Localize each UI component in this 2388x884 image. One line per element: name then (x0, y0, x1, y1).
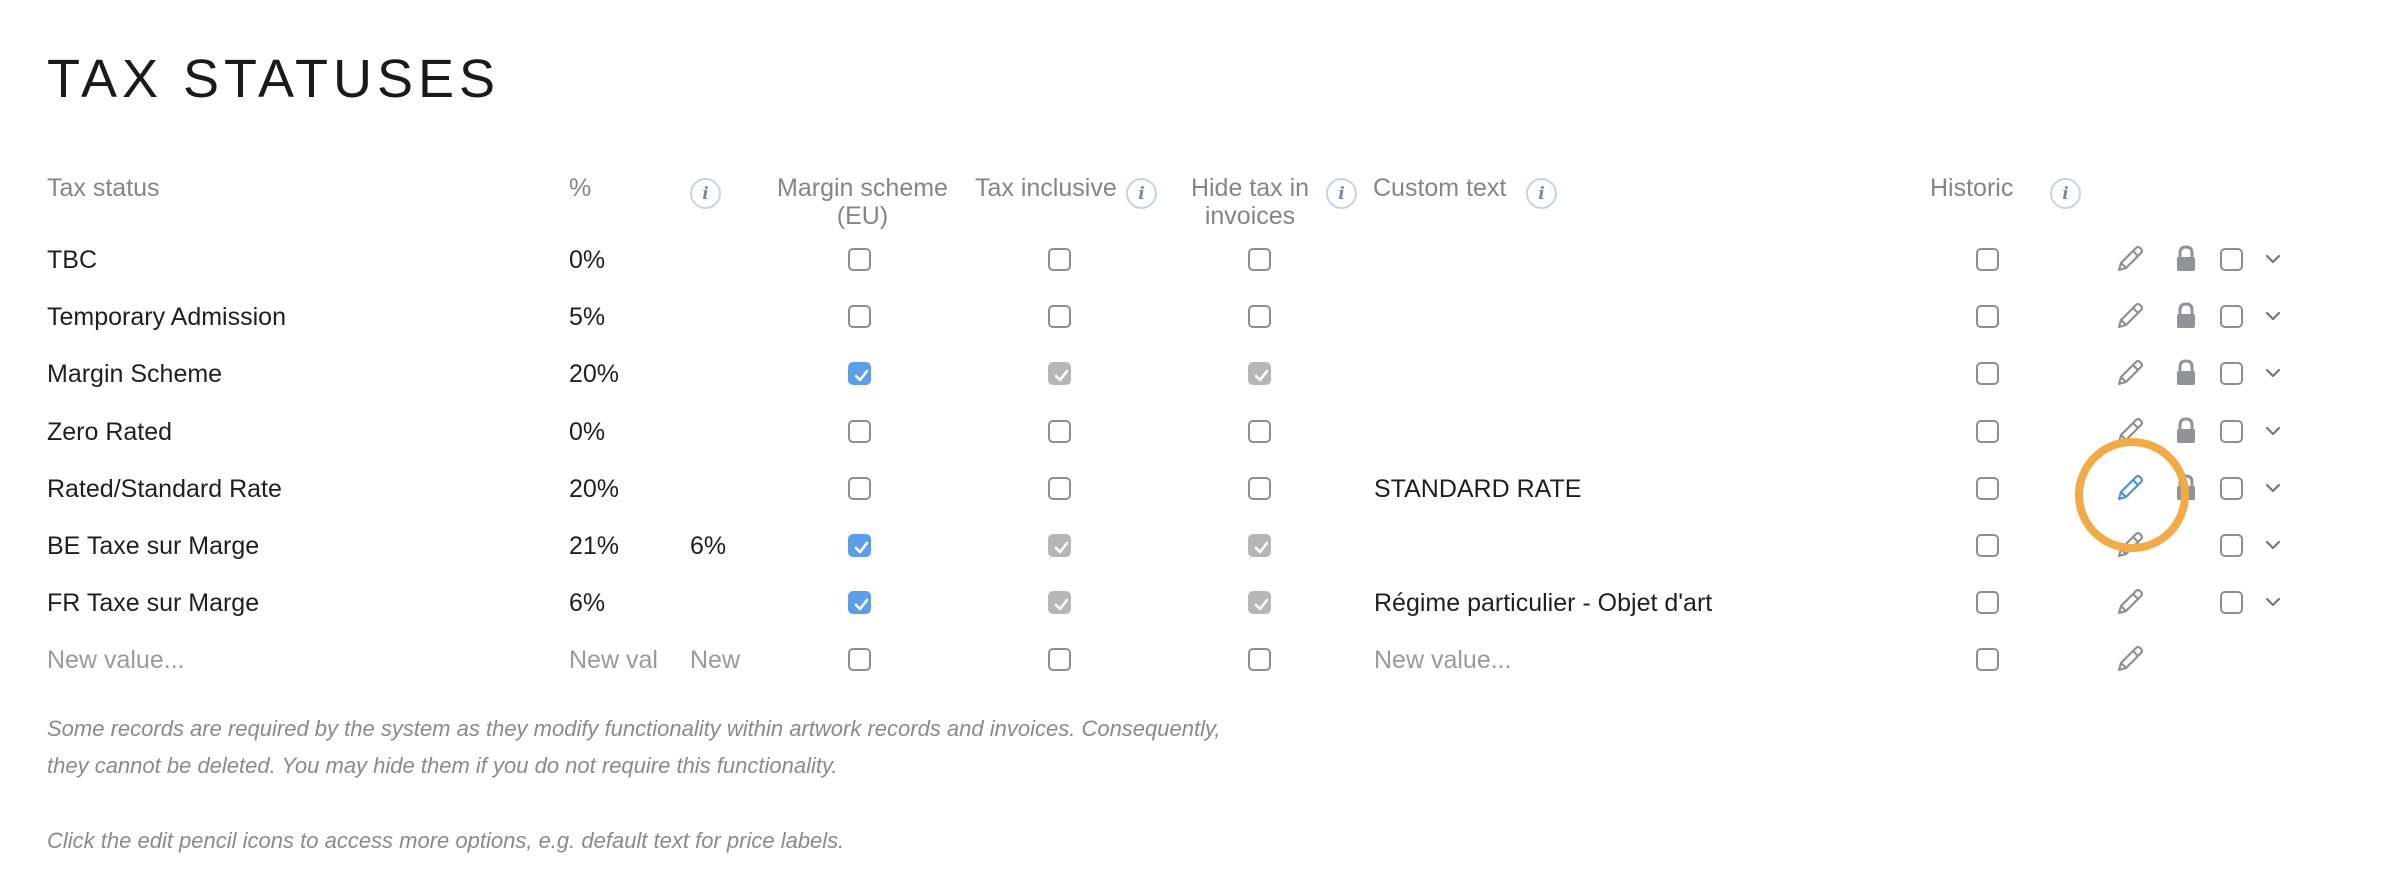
info-icon[interactable]: i (1326, 178, 1357, 209)
margin-scheme-checkbox[interactable] (848, 362, 871, 386)
tax-status-name: Zero Rated (47, 417, 173, 446)
hide-tax-checkbox[interactable] (1248, 419, 1271, 443)
help-note-edit: Click the edit pencil icons to access mo… (47, 828, 845, 853)
row-select-checkbox[interactable] (2220, 305, 2243, 329)
historic-checkbox[interactable] (1976, 476, 1999, 500)
info-icon[interactable]: i (690, 178, 721, 209)
header-percent: % (569, 174, 592, 202)
custom-text: STANDARD RATE (1374, 474, 1582, 503)
tax-status-name: TBC (47, 246, 97, 274)
row-select-checkbox[interactable] (2220, 476, 2243, 500)
margin-scheme-checkbox[interactable] (848, 648, 871, 672)
row-select-checkbox[interactable] (2220, 591, 2243, 615)
tax-status-name: FR Taxe sur Marge (47, 589, 260, 618)
tax-status-name: Temporary Admission (47, 303, 286, 332)
pencil-icon[interactable] (2113, 585, 2147, 619)
tax-status-name: Margin Scheme (47, 360, 223, 389)
chevron-down-icon[interactable] (2262, 420, 2284, 442)
info-icon[interactable]: i (1126, 178, 1157, 209)
historic-checkbox[interactable] (1976, 248, 1999, 271)
chevron-down-icon[interactable] (2262, 362, 2284, 384)
lock-icon (2175, 359, 2197, 387)
hide-tax-checkbox[interactable] (1248, 476, 1271, 500)
margin-scheme-checkbox[interactable] (848, 591, 871, 615)
chevron-down-icon[interactable] (2262, 248, 2284, 270)
chevron-down-icon[interactable] (2262, 591, 2284, 613)
tax-percent: 0% (569, 417, 606, 446)
row-select-checkbox[interactable] (2220, 419, 2243, 443)
new-custom-text-input[interactable]: New value... (1374, 645, 1512, 675)
tax-inclusive-checkbox[interactable] (1048, 305, 1071, 329)
margin-scheme-checkbox[interactable] (848, 534, 871, 557)
tax-alt-percent: 6% (690, 532, 727, 560)
historic-checkbox[interactable] (1976, 648, 1999, 672)
hide-tax-checkbox[interactable] (1248, 362, 1271, 386)
tax-percent: 20% (569, 360, 620, 389)
tax-inclusive-checkbox[interactable] (1048, 591, 1071, 615)
tax-inclusive-checkbox[interactable] (1048, 476, 1071, 500)
chevron-down-icon[interactable] (2262, 534, 2284, 556)
pencil-icon[interactable] (2113, 356, 2147, 390)
lock-icon (2175, 302, 2197, 330)
lock-icon (2175, 417, 2197, 445)
hide-tax-checkbox[interactable] (1248, 591, 1271, 615)
pencil-icon[interactable] (2113, 642, 2147, 676)
historic-checkbox[interactable] (1976, 305, 1999, 329)
tax-inclusive-checkbox[interactable] (1048, 534, 1071, 557)
row-select-checkbox[interactable] (2220, 362, 2243, 386)
header-tax-status: Tax status (47, 174, 160, 202)
pencil-icon[interactable] (2113, 242, 2147, 276)
highlight-circle (2075, 438, 2189, 552)
lock-icon (2175, 245, 2197, 273)
hide-tax-checkbox[interactable] (1248, 534, 1271, 557)
chevron-down-icon[interactable] (2262, 477, 2284, 499)
pencil-icon[interactable] (2113, 299, 2147, 333)
row-select-checkbox[interactable] (2220, 534, 2243, 557)
historic-checkbox[interactable] (1976, 419, 1999, 443)
chevron-down-icon[interactable] (2262, 305, 2284, 327)
margin-scheme-checkbox[interactable] (848, 248, 871, 271)
margin-scheme-checkbox[interactable] (848, 476, 871, 500)
margin-scheme-checkbox[interactable] (848, 419, 871, 443)
tax-status-name: Rated/Standard Rate (47, 474, 282, 503)
tax-inclusive-checkbox[interactable] (1048, 248, 1071, 271)
header-custom-text: Custom text (1373, 174, 1507, 202)
hide-tax-checkbox[interactable] (1248, 248, 1271, 271)
header-margin-scheme: Margin scheme (EU) (777, 174, 948, 230)
help-note-required: Some records are required by the system … (47, 716, 1221, 741)
info-icon[interactable]: i (1526, 178, 1557, 209)
new-name-input[interactable]: New value... (47, 645, 185, 675)
tax-percent: 0% (569, 246, 606, 274)
tax-percent: 20% (569, 474, 620, 503)
tax-inclusive-checkbox[interactable] (1048, 648, 1071, 672)
historic-checkbox[interactable] (1976, 591, 1999, 615)
new-percent-input[interactable]: New val (569, 645, 658, 675)
tax-inclusive-checkbox[interactable] (1048, 362, 1071, 386)
hide-tax-checkbox[interactable] (1248, 305, 1271, 329)
custom-text: Régime particulier - Objet d'art (1374, 589, 1713, 618)
tax-status-name: BE Taxe sur Marge (47, 532, 260, 560)
page-title: TAX STATUSES (47, 49, 501, 109)
historic-checkbox[interactable] (1976, 534, 1999, 557)
margin-scheme-checkbox[interactable] (848, 305, 871, 329)
tax-percent: 21% (569, 532, 620, 560)
tax-percent: 5% (569, 303, 606, 332)
historic-checkbox[interactable] (1976, 362, 1999, 386)
header-tax-inclusive: Tax inclusive (975, 174, 1117, 202)
info-icon[interactable]: i (2050, 178, 2081, 209)
row-select-checkbox[interactable] (2220, 248, 2243, 271)
tax-percent: 6% (569, 589, 606, 618)
header-hide-tax: Hide tax in invoices (1190, 174, 1310, 230)
new-alt-percent-input[interactable]: New (690, 645, 740, 675)
header-historic: Historic (1930, 174, 2014, 202)
hide-tax-checkbox[interactable] (1248, 648, 1271, 672)
help-note-hide: they cannot be deleted. You may hide the… (47, 753, 838, 778)
tax-inclusive-checkbox[interactable] (1048, 419, 1071, 443)
